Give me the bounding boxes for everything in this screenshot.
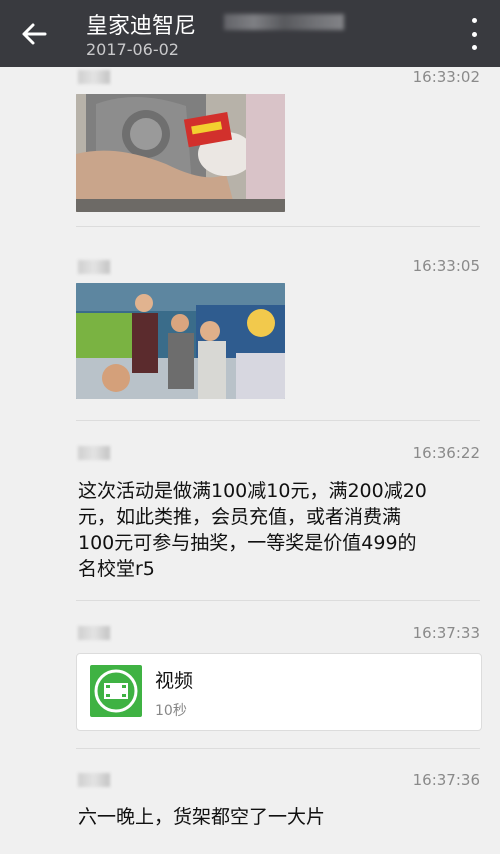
sender-name-redacted [78,773,110,787]
sender-name-redacted [78,260,110,274]
message-photo[interactable] [76,283,285,399]
video-file-icon [90,665,142,717]
message-divider [76,420,480,421]
message-text: 六一晚上，货架都空了一大片 [78,806,326,828]
message-time: 16:36:22 [412,444,480,462]
back-button[interactable] [14,14,54,54]
message-time: 16:33:05 [412,257,480,275]
message-text: 这次活动是做满100减10元，满200减20 元，如此类推，会员充值，或者消费满… [78,480,427,580]
message-divider [76,226,480,227]
more-vertical-icon [471,18,477,23]
message-photo[interactable] [76,94,285,212]
sender-name-redacted [78,446,110,460]
chat-title: 皇家迪智尼 [86,14,197,39]
more-button[interactable] [468,18,480,50]
header-bar: 皇家迪智尼 2017-06-02 [0,0,500,67]
video-duration: 10秒 [155,703,187,719]
message-time: 16:37:33 [412,624,480,642]
redacted-title-part [224,14,344,30]
sender-name-redacted [78,626,110,640]
message-divider [76,600,480,601]
video-label: 视频 [155,670,194,692]
message-time: 16:37:36 [412,771,480,789]
sender-name-redacted [78,70,110,84]
chat-date: 2017-06-02 [86,40,179,59]
message-divider [76,748,480,749]
video-file-card[interactable]: 视频 10秒 [76,653,482,731]
message-time: 16:33:02 [412,68,480,86]
back-arrow-icon [22,23,47,45]
